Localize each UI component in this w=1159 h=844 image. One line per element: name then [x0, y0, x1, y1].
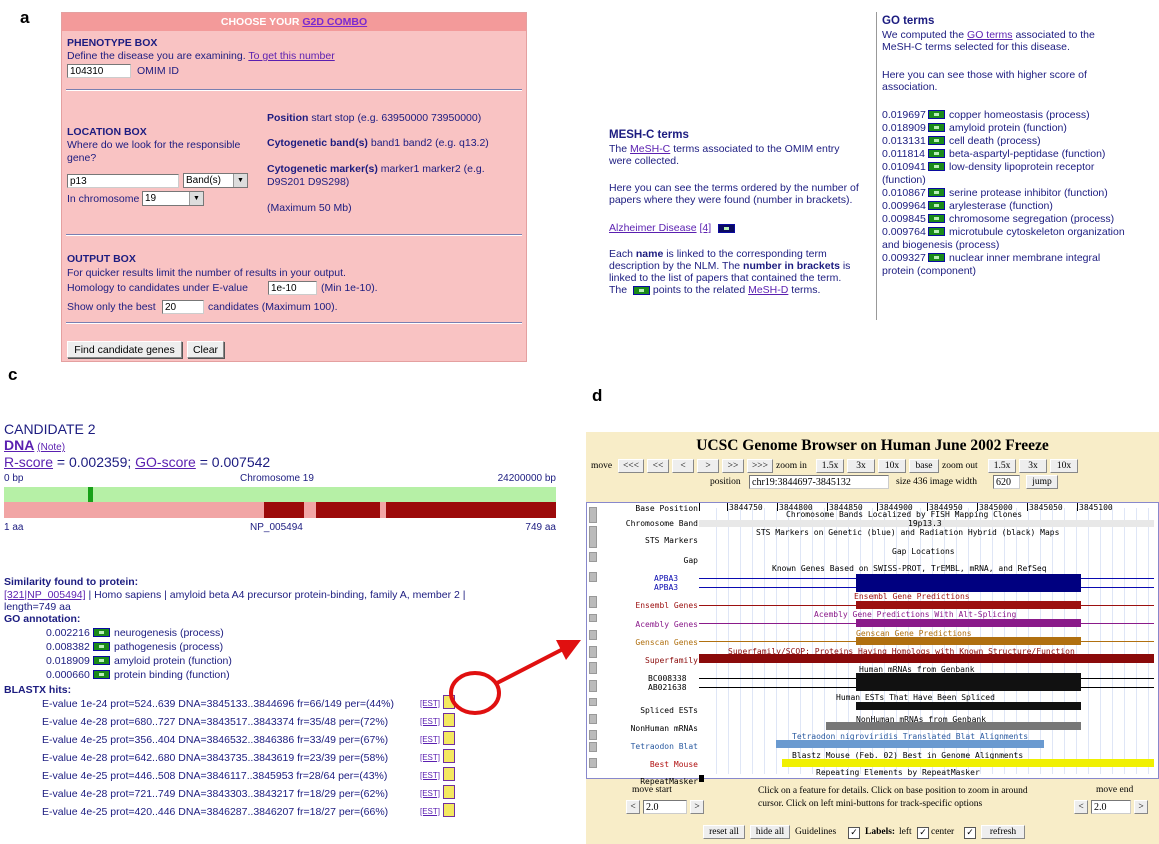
genscan-block [856, 637, 1081, 645]
nav-button[interactable]: > [697, 459, 719, 473]
track-mini-button[interactable] [589, 572, 597, 582]
zoom-out-label: zoom out [942, 461, 978, 471]
base-position-label: Base Position [635, 504, 698, 513]
mrna-label[interactable]: AB021638 [648, 683, 687, 692]
ucsc-genome-browser: UCSC Genome Browser on Human June 2002 F… [586, 432, 1159, 844]
nav-button[interactable]: << [647, 459, 669, 473]
move-end-input[interactable]: 2.0 [1091, 800, 1131, 814]
track-mini-button[interactable] [589, 714, 597, 724]
nav-button[interactable]: >> [722, 459, 744, 473]
base-position-tick[interactable]: 3845100 [1079, 503, 1113, 512]
known-genes-title: Known Genes Based on SWISS-PROT, TrEMBL,… [772, 564, 1047, 573]
tick [777, 503, 778, 511]
nav-button[interactable]: < [672, 459, 694, 473]
nav-button[interactable]: <<< [618, 459, 644, 473]
ensembl-label: Ensembl Genes [635, 601, 698, 610]
spliced-est-title: Human ESTs That Have Been Spliced [836, 693, 995, 702]
repeatmasker-title: Repeating Elements by RepeatMasker [816, 768, 980, 777]
guidelines-label: Guidelines [795, 827, 837, 837]
apba3-label[interactable]: APBA3 [654, 583, 678, 592]
label-center-checkbox[interactable]: ✓ [964, 827, 976, 839]
spliced-est-label: Spliced ESTs [640, 706, 698, 715]
move-end-left-button[interactable]: < [1074, 800, 1088, 814]
tetraodon-label: Tetraodon Blat [630, 742, 698, 751]
sts-title: STS Markers on Genetic (blue) and Radiat… [756, 528, 1060, 537]
best-mouse-block [782, 759, 788, 767]
zoom-in-button[interactable]: 3x [847, 459, 875, 473]
zoom-out-button[interactable]: 3x [1019, 459, 1047, 473]
superfamily-label: Superfamily [645, 656, 698, 665]
nonhuman-block [826, 722, 1081, 730]
mrna-label[interactable]: BC008338 [648, 674, 687, 683]
tick [727, 503, 728, 511]
tick [1027, 503, 1028, 511]
mrna-block [856, 673, 1081, 682]
apba3-exon [856, 583, 1081, 592]
left-label: left [899, 827, 912, 837]
repeatmasker-block [699, 775, 704, 782]
base-position-tick[interactable]: 3844750 [729, 503, 763, 512]
labels-label: Labels: [865, 827, 896, 837]
arrow-line [496, 646, 566, 685]
move-label: move [591, 461, 613, 471]
nav-button[interactable]: >>> [747, 459, 773, 473]
zoom-out-button[interactable]: 10x [1050, 459, 1078, 473]
best-mouse-label: Best Mouse [649, 760, 698, 769]
refresh-button[interactable]: refresh [981, 825, 1025, 839]
label-left-checkbox[interactable]: ✓ [917, 827, 929, 839]
mrna-block [856, 682, 1081, 691]
move-start-left-button[interactable]: < [626, 800, 640, 814]
nonhuman-label: NonHuman mRNAs [630, 724, 698, 733]
size-label: size 436 image width [896, 477, 977, 487]
move-start-right-button[interactable]: > [690, 800, 704, 814]
gap-label: Gap [683, 556, 698, 565]
spliced-est-block [856, 702, 1081, 710]
help-text-1: Click on a feature for details. Click on… [758, 786, 1028, 796]
move-start-label: move start [632, 785, 672, 795]
help-text-2: cursor. Click on left mini-buttons for t… [758, 799, 983, 809]
tick [699, 503, 700, 511]
hide-all-button[interactable]: hide all [750, 825, 790, 839]
track-mini-button[interactable] [589, 680, 597, 692]
center-label: center [931, 827, 955, 837]
track-mini-button[interactable] [589, 698, 597, 706]
zoom-in-button[interactable]: 10x [878, 459, 906, 473]
repeatmasker-label: RepeatMasker [640, 777, 698, 786]
image-width-input[interactable]: 620 [993, 475, 1020, 489]
apba3-label[interactable]: APBA3 [654, 574, 678, 583]
reset-all-button[interactable]: reset all [703, 825, 745, 839]
superfamily-block [699, 654, 1154, 663]
sts-label: STS Markers [645, 536, 698, 545]
acembly-label: Acembly Genes [635, 620, 698, 629]
gap-title: Gap Locations [892, 547, 955, 556]
jump-button[interactable]: jump [1026, 475, 1058, 489]
ensembl-title: Ensembl Gene Predictions [854, 592, 970, 601]
tick [1077, 503, 1078, 511]
zoom-in-label: zoom in [776, 461, 807, 471]
genscan-label: Genscan Genes [635, 638, 698, 647]
best-mouse-block [786, 759, 1154, 767]
base-position-tick[interactable]: 3845050 [1029, 503, 1063, 512]
ensembl-block [856, 601, 1081, 609]
zoom-in-button[interactable]: 1.5x [816, 459, 844, 473]
browser-title: UCSC Genome Browser on Human June 2002 F… [696, 437, 1049, 454]
guidelines-checkbox[interactable]: ✓ [848, 827, 860, 839]
highlight-circle [449, 671, 501, 715]
position-input[interactable]: chr19:3844697-3845132 [749, 475, 889, 489]
move-end-label: move end [1096, 785, 1134, 795]
tetraodon-block [776, 740, 1044, 748]
apba3-exon [856, 574, 1081, 583]
zoom-in-button[interactable]: base [909, 459, 939, 473]
move-end-right-button[interactable]: > [1134, 800, 1148, 814]
acembly-title: Acembly Gene Predictions With Alt-Splici… [814, 610, 1017, 619]
chrom-band-label: Chromosome Band [625, 519, 698, 528]
position-label: position [710, 477, 741, 487]
zoom-out-button[interactable]: 1.5x [988, 459, 1016, 473]
chrom-band-value: 19p13.3 [908, 519, 942, 528]
move-start-input[interactable]: 2.0 [643, 800, 687, 814]
chrom-band-title: Chromosome Bands Localized by FISH Mappi… [786, 510, 1023, 519]
acembly-block [856, 619, 1081, 627]
